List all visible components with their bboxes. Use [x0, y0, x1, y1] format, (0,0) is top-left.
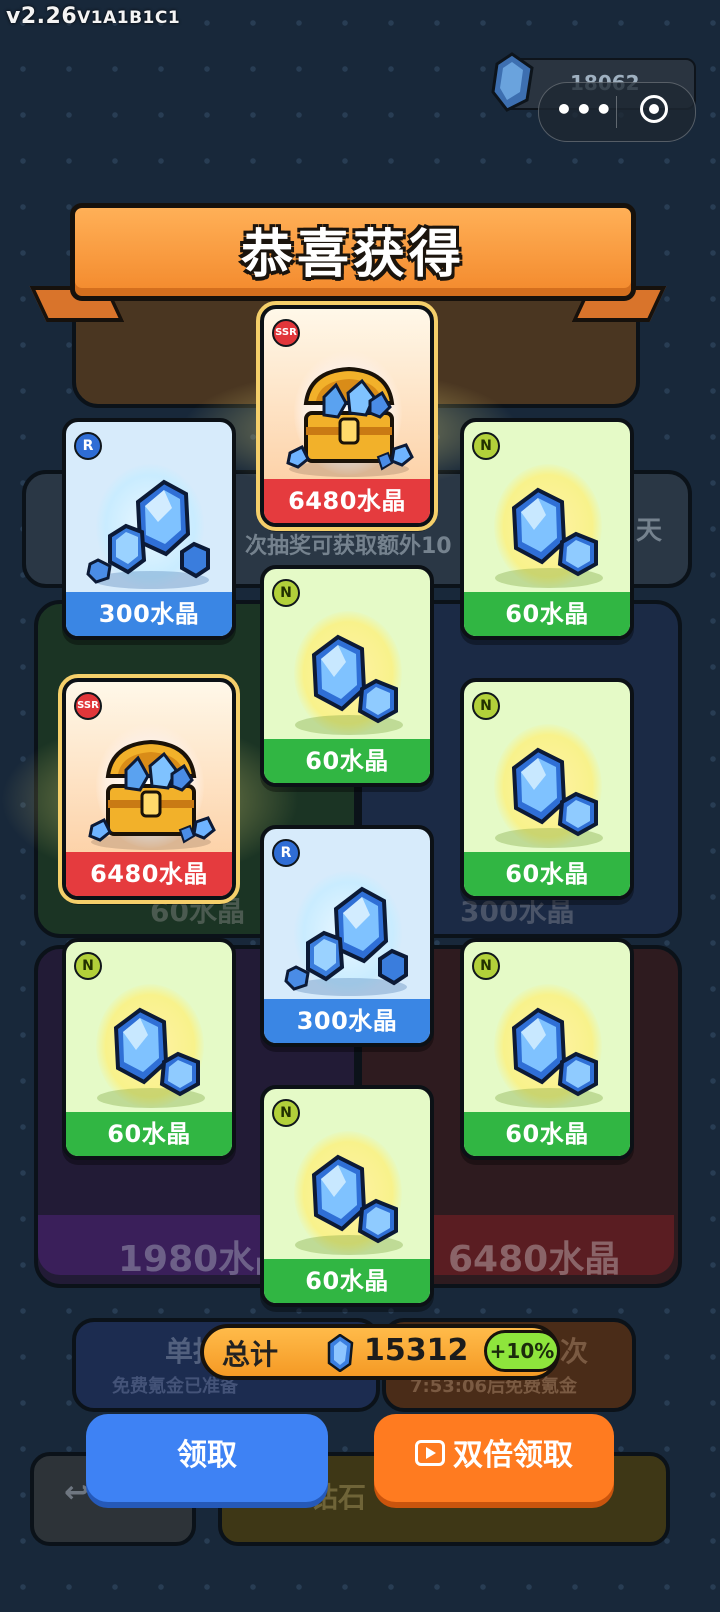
version-label: v2.26V1A1B1C1 — [6, 4, 180, 29]
video-play-icon — [415, 1439, 445, 1466]
bg-hint-text: 次抽奖可获取额外10 — [245, 534, 452, 559]
treasure-chest-icon — [286, 351, 414, 479]
bg-multi-title: 次 — [560, 1335, 589, 1368]
capsule-divider — [616, 96, 617, 128]
reward-label: 60水晶 — [66, 1112, 232, 1156]
more-menu-icon[interactable]: ••• — [555, 88, 613, 132]
total-value: 15312 — [364, 1333, 469, 1368]
rarity-badge-n: N — [472, 692, 500, 720]
reward-card: N 60水晶 — [260, 565, 434, 787]
reward-label: 300水晶 — [264, 999, 430, 1043]
reward-label: 60水晶 — [464, 592, 630, 636]
reward-card: SSR 6480水晶 — [58, 674, 240, 904]
crystal-icon — [493, 464, 605, 590]
reward-card: SSR 6480水晶 — [256, 301, 438, 531]
crystal-cluster-icon — [86, 464, 211, 591]
reward-label: 6480水晶 — [66, 852, 232, 896]
version-build: V1A1B1C1 — [77, 8, 181, 28]
crystal-icon — [95, 984, 207, 1110]
rarity-badge-n: N — [472, 432, 500, 460]
crystal-icon — [293, 1131, 405, 1257]
rarity-badge-ssr: SSR — [74, 692, 102, 720]
reward-label: 60水晶 — [464, 1112, 630, 1156]
crystal-icon — [327, 1334, 354, 1372]
rarity-badge-r: R — [74, 432, 102, 460]
claim-button[interactable]: 领取 — [86, 1414, 328, 1502]
reward-card: N 60水晶 — [260, 1085, 434, 1307]
rarity-badge-n: N — [272, 1099, 300, 1127]
treasure-chest-icon — [88, 724, 216, 852]
total-label: 总计 — [222, 1338, 279, 1371]
reward-label: 60水晶 — [264, 739, 430, 783]
rarity-badge-r: R — [272, 839, 300, 867]
crystal-cluster-icon — [284, 871, 409, 998]
rarity-badge-n: N — [74, 952, 102, 980]
double-claim-button[interactable]: 双倍领取 — [374, 1414, 614, 1502]
rarity-badge-n: N — [272, 579, 300, 607]
reward-label: 300水晶 — [66, 592, 232, 636]
crystal-icon — [493, 724, 605, 850]
double-claim-label: 双倍领取 — [453, 1438, 573, 1473]
reward-card: N 60水晶 — [460, 418, 634, 640]
version-main: v2.26 — [6, 4, 78, 29]
bonus-badge: +10% — [484, 1330, 560, 1372]
close-miniprogram-icon[interactable] — [640, 95, 668, 123]
reward-label: 60水晶 — [464, 852, 630, 896]
reward-card: N 60水晶 — [460, 678, 634, 900]
reward-card: N 60水晶 — [460, 938, 634, 1160]
crystal-icon — [293, 611, 405, 737]
reward-label: 60水晶 — [264, 1259, 430, 1303]
reward-card: R 300水晶 — [62, 418, 236, 640]
congrats-title: 恭喜获得 — [240, 225, 465, 285]
reward-label: 6480水晶 — [264, 479, 430, 523]
crystal-icon — [493, 984, 605, 1110]
reward-card: R 300水晶 — [260, 825, 434, 1047]
reward-card: N 60水晶 — [62, 938, 236, 1160]
claim-button-label: 领取 — [177, 1438, 237, 1473]
bg-day-text: 天 — [636, 516, 663, 546]
rarity-badge-n: N — [472, 952, 500, 980]
bg-red-price: 6480水晶 — [448, 1239, 621, 1280]
rarity-badge-ssr: SSR — [272, 319, 300, 347]
crystal-icon — [491, 52, 534, 112]
